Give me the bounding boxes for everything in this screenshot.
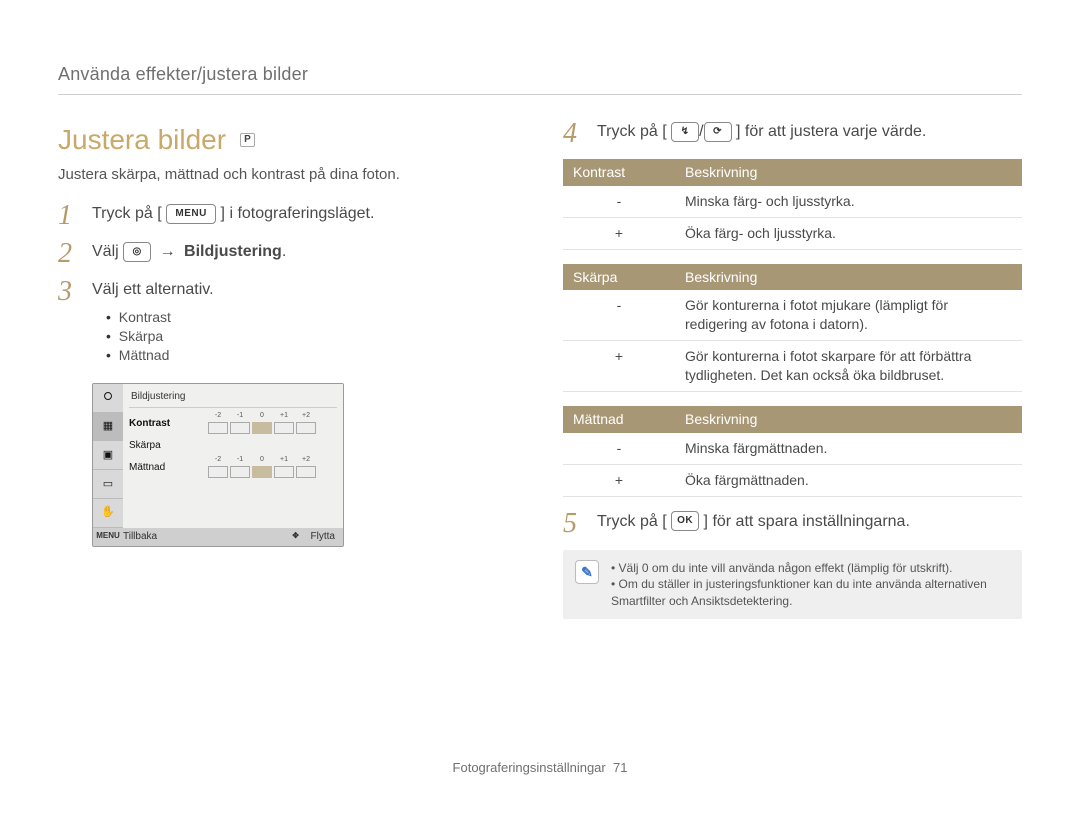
step-2: Välj ◎ → Bildjustering. (58, 241, 517, 263)
camera-row-skarpa: Skärpa (129, 434, 337, 456)
table-row: + Öka färg- och ljusstyrka. (563, 217, 1022, 249)
ok-button-icon: OK (671, 511, 699, 531)
table-cell-val: Gör konturerna i fotot skarpare för att … (675, 341, 1022, 392)
table-cell-key: - (563, 433, 675, 464)
table-cell-key: - (563, 186, 675, 217)
table-skarpa: Skärpa Beskrivning - Gör konturerna i fo… (563, 264, 1022, 392)
flash-icon: ↯ (671, 122, 699, 142)
info-icon: ✎ (575, 560, 599, 584)
footer-section: Fotograferingsinställningar (453, 760, 606, 775)
table-row: - Gör konturerna i fotot mjukare (lämpli… (563, 290, 1022, 340)
table-skarpa-h2: Beskrivning (675, 264, 1022, 291)
table-cell-key: + (563, 341, 675, 392)
menu-button-icon: MENU (166, 204, 216, 224)
table-kontrast-h1: Kontrast (563, 159, 675, 186)
note-line-1: Välj 0 om du inte vill använda någon eff… (611, 560, 1010, 576)
step-3-text: Välj ett alternativ. (92, 281, 214, 298)
sidebar-icon-3: ▣ (93, 441, 123, 470)
camera-row-skarpa-label: Skärpa (129, 439, 181, 453)
page-title: Justera bilder P (58, 121, 517, 159)
table-mattnad-h2: Beskrivning (675, 406, 1022, 433)
alt-kontrast: Kontrast (106, 308, 517, 327)
camera-icon: ◎ (123, 242, 151, 262)
table-row: + Gör konturerna i fotot skarpare för at… (563, 341, 1022, 392)
step-4: Tryck på [ ↯/⟳ ] för att justera varje v… (563, 121, 1022, 143)
table-cell-val: Gör konturerna i fotot mjukare (lämpligt… (675, 290, 1022, 340)
page-title-text: Justera bilder (58, 121, 226, 159)
table-cell-val: Öka färgmättnaden. (675, 464, 1022, 496)
running-head: Använda effekter/justera bilder (58, 62, 1022, 95)
info-note: ✎ Välj 0 om du inte vill använda någon e… (563, 550, 1022, 619)
step-4-text-b: ] för att justera varje värde. (736, 123, 926, 140)
tick-label: 0 (260, 455, 264, 464)
step-3: Välj ett alternativ. Kontrast Skärpa Mät… (58, 279, 517, 547)
subtitle: Justera skärpa, mättnad och kontrast på … (58, 165, 517, 185)
sidebar-icon-5: ✋ (93, 499, 123, 528)
table-skarpa-h1: Skärpa (563, 264, 675, 291)
nav-icon: ✥ (281, 528, 311, 546)
table-mattnad: Mättnad Beskrivning - Minska färgmättnad… (563, 406, 1022, 497)
table-row: - Minska färg- och ljusstyrka. (563, 186, 1022, 217)
tick-label: -1 (237, 455, 243, 464)
step-2-text-a: Välj (92, 243, 123, 260)
alt-skarpa: Skärpa (106, 327, 517, 346)
mode-badge: P (240, 133, 255, 147)
tick-label: -1 (237, 411, 243, 420)
table-kontrast: Kontrast Beskrivning - Minska färg- och … (563, 159, 1022, 250)
note-line-2: Om du ställer in justeringsfunktioner ka… (611, 576, 1010, 608)
tick-label: +2 (302, 411, 310, 420)
camera-footer-back: Tillbaka (123, 530, 157, 544)
camera-menu-screenshot: ⭘ ▦ ▣ ▭ ✋ Bildjustering Kontrast -2 (92, 383, 344, 547)
alt-mattnad: Mättnad (106, 346, 517, 365)
step-1-text-a: Tryck på [ (92, 205, 162, 222)
step-5: Tryck på [ OK ] för att spara inställnin… (563, 511, 1022, 533)
table-cell-val: Öka färg- och ljusstyrka. (675, 217, 1022, 249)
tick-label: -2 (215, 455, 221, 464)
camera-row-kontrast: Kontrast -2 -1 0 +1 +2 (129, 412, 337, 434)
step-1: Tryck på [ MENU ] i fotograferingsläget. (58, 203, 517, 225)
footer-page-number: 71 (613, 760, 627, 775)
table-cell-val: Minska färg- och ljusstyrka. (675, 186, 1022, 217)
page-footer: Fotograferingsinställningar 71 (0, 759, 1080, 777)
camera-footer-move: Flytta (311, 530, 343, 544)
sidebar-adjust-icon: ▦ (93, 413, 123, 442)
tick-label: +1 (280, 411, 288, 420)
table-kontrast-h2: Beskrivning (675, 159, 1022, 186)
timer-icon: ⟳ (704, 122, 732, 142)
step-4-text-a: Tryck på [ (597, 123, 667, 140)
table-cell-val: Minska färgmättnaden. (675, 433, 1022, 464)
table-cell-key: - (563, 290, 675, 340)
tick-label: +2 (302, 455, 310, 464)
tick-label: 0 (260, 411, 264, 420)
camera-footer: MENU Tillbaka ✥ Flytta (93, 528, 343, 546)
table-cell-key: + (563, 464, 675, 496)
camera-row-mattnad: Mättnad -2 -1 0 +1 +2 (129, 456, 337, 478)
left-column: Justera bilder P Justera skärpa, mättnad… (58, 121, 517, 619)
tick-label: +1 (280, 455, 288, 464)
camera-menu-title: Bildjustering (129, 388, 337, 409)
alternatives-list: Kontrast Skärpa Mättnad (92, 308, 517, 365)
step-2-text-b: . (282, 243, 286, 260)
step-5-text-a: Tryck på [ (597, 513, 667, 530)
camera-row-kontrast-label: Kontrast (129, 417, 181, 431)
table-row: + Öka färgmättnaden. (563, 464, 1022, 496)
camera-sidebar: ⭘ ▦ ▣ ▭ ✋ (93, 384, 123, 528)
table-cell-key: + (563, 217, 675, 249)
sidebar-icon-4: ▭ (93, 470, 123, 499)
camera-row-mattnad-label: Mättnad (129, 461, 181, 475)
camera-footer-menu-chip: MENU (93, 528, 123, 546)
step-5-text-b: ] för att spara inställningarna. (704, 513, 910, 530)
tick-label: -2 (215, 411, 221, 420)
sidebar-off-icon: ⭘ (93, 384, 123, 413)
table-mattnad-h1: Mättnad (563, 406, 675, 433)
arrow-icon: → (160, 243, 176, 260)
table-row: - Minska färgmättnaden. (563, 433, 1022, 464)
right-column: Tryck på [ ↯/⟳ ] för att justera varje v… (563, 121, 1022, 619)
step-1-text-b: ] i fotograferingsläget. (221, 205, 375, 222)
step-2-bold: Bildjustering (184, 243, 282, 260)
